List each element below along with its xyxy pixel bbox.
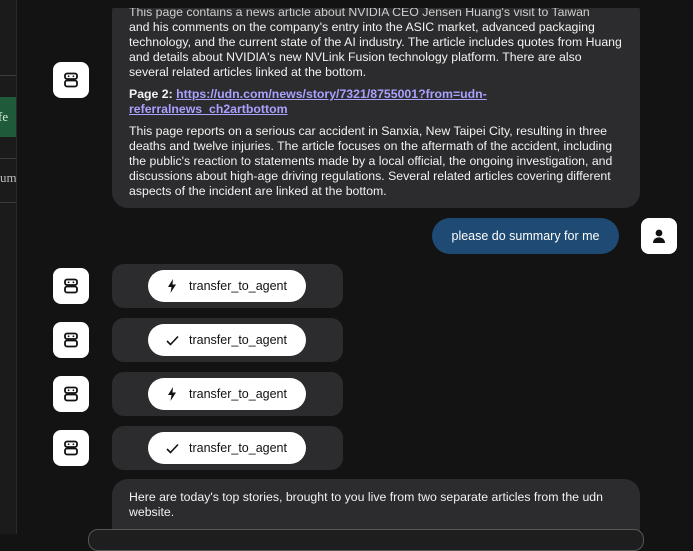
bot-avatar [53, 62, 89, 98]
tool-call-message: transfer_to_agent [112, 372, 343, 416]
message-text: Here are today's top stories, brought to… [129, 490, 603, 519]
tool-result-message: transfer_to_agent [112, 318, 343, 362]
bot-message-summary: This page contains a news article about … [112, 0, 640, 208]
collapsed-side-panel: fe um [0, 0, 17, 534]
tool-call-name: transfer_to_agent [189, 387, 287, 401]
divider [0, 202, 16, 203]
tool-result-chip[interactable]: transfer_to_agent [148, 432, 306, 464]
bolt-icon [165, 279, 179, 293]
tool-call-name: transfer_to_agent [189, 279, 287, 293]
bot-avatar [53, 322, 89, 358]
person-icon [653, 229, 665, 243]
robot-icon [64, 72, 78, 88]
robot-icon [64, 440, 78, 456]
message-paragraph-page2: This page reports on a serious car accid… [129, 124, 613, 198]
divider [0, 158, 16, 159]
tool-call-chip[interactable]: transfer_to_agent [148, 378, 306, 410]
user-avatar [641, 218, 677, 254]
message-paragraph-page1: and his comments on the company's entry … [129, 20, 622, 79]
user-message: please do summary for me [432, 218, 619, 254]
robot-icon [64, 278, 78, 294]
tool-call-chip[interactable]: transfer_to_agent [148, 270, 306, 302]
chat-input[interactable] [88, 529, 644, 551]
tool-result-chip[interactable]: transfer_to_agent [148, 324, 306, 356]
divider [0, 75, 16, 76]
robot-icon [64, 332, 78, 348]
page2-link[interactable]: https://udn.com/news/story/7321/8755001?… [129, 87, 487, 116]
bot-avatar [53, 430, 89, 466]
tool-call-name: transfer_to_agent [189, 333, 287, 347]
tool-call-name: transfer_to_agent [189, 441, 287, 455]
bolt-icon [165, 387, 179, 401]
bot-avatar [53, 268, 89, 304]
robot-icon [64, 386, 78, 402]
page2-line: Page 2: https://udn.com/news/story/7321/… [129, 87, 623, 117]
page2-label: Page 2: [129, 87, 173, 101]
scroll-fade [17, 0, 693, 8]
check-icon [165, 443, 179, 454]
bot-avatar [53, 376, 89, 412]
tool-call-message: transfer_to_agent [112, 264, 343, 308]
tool-result-message: transfer_to_agent [112, 426, 343, 470]
check-icon [165, 335, 179, 346]
side-panel-item[interactable]: um [0, 170, 16, 190]
side-panel-item-active[interactable]: fe [0, 97, 16, 137]
